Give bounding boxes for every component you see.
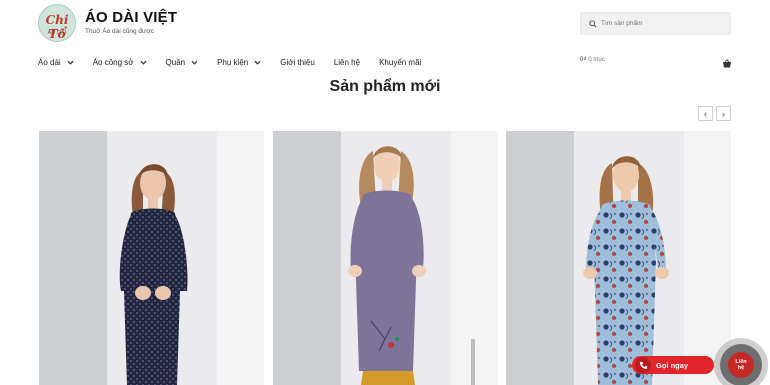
nav-item-6[interactable]: Khuyến mãi [379, 58, 421, 67]
nav-item-label: Phụ kiện [217, 57, 249, 67]
logo-script-text: Chi Tổ [45, 13, 69, 41]
cart-total: 0₫ [580, 57, 587, 63]
chevron-down-icon [254, 60, 261, 65]
product-image[interactable] [273, 131, 498, 385]
product-image[interactable] [506, 131, 731, 385]
product-card[interactable] [506, 131, 731, 385]
nav-item-label: Áo dài [38, 57, 61, 67]
brand-logo[interactable]: Chi Tổ ÁO DÀI [38, 4, 76, 42]
basket-icon[interactable] [722, 55, 732, 68]
chevron-down-icon [139, 60, 147, 65]
site-title[interactable]: ÁO DÀI VIỆT [85, 9, 177, 26]
nav-item-label: Quần [165, 57, 186, 67]
call-now-button[interactable]: Gọi ngay [632, 356, 714, 374]
chevron-down-icon [191, 60, 198, 65]
nav-item-5[interactable]: Liên hệ [334, 58, 360, 67]
nav-item-3[interactable]: Phụ kiện [217, 58, 261, 67]
nav-item-1[interactable]: Áo công sở [93, 58, 147, 67]
search-box[interactable] [580, 12, 731, 35]
search-input[interactable] [601, 20, 721, 27]
carousel-next-button[interactable]: › [716, 106, 731, 121]
cart-count: 0 mục [588, 57, 605, 63]
chevron-down-icon [67, 60, 74, 65]
nav-item-label: Khuyến mãi [379, 57, 422, 67]
nav-item-2[interactable]: Quần [166, 58, 199, 67]
logo-sub-text: ÁO DÀI [47, 30, 67, 36]
nav-item-label: Giới thiệu [280, 57, 315, 67]
site-tagline: Thuở Áo dài cũng được [85, 28, 154, 35]
main-nav: Áo dài Áo công sở Quần Phụ kiện Giới thiệu Li… [38, 55, 440, 69]
carousel-prev-button[interactable]: ‹ [698, 106, 713, 121]
nav-item-0[interactable]: Áo dài [38, 58, 74, 67]
cart-summary[interactable]: 0₫ 0 mục [580, 57, 605, 63]
nav-item-label: Áo công sở [92, 57, 134, 67]
contact-button[interactable]: Liên hệ [728, 352, 754, 378]
search-icon [589, 15, 597, 33]
contact-widget[interactable]: Liên hệ [714, 338, 768, 385]
contact-ring: Liên hệ [720, 344, 762, 385]
phone-icon [635, 357, 651, 373]
section-title: Sản phẩm mới [329, 78, 441, 95]
nav-item-4[interactable]: Giới thiệu [280, 58, 315, 67]
contact-label-line2: hệ [737, 365, 745, 371]
product-card[interactable] [273, 131, 498, 385]
product-card[interactable] [39, 131, 264, 385]
page: Chi Tổ ÁO DÀI ÁO DÀI VIỆT Thuở Áo dài cũ… [0, 0, 770, 385]
nav-item-label: Liên hệ [333, 57, 361, 67]
product-image[interactable] [39, 131, 264, 385]
call-now-label: Gọi ngay [656, 360, 689, 370]
